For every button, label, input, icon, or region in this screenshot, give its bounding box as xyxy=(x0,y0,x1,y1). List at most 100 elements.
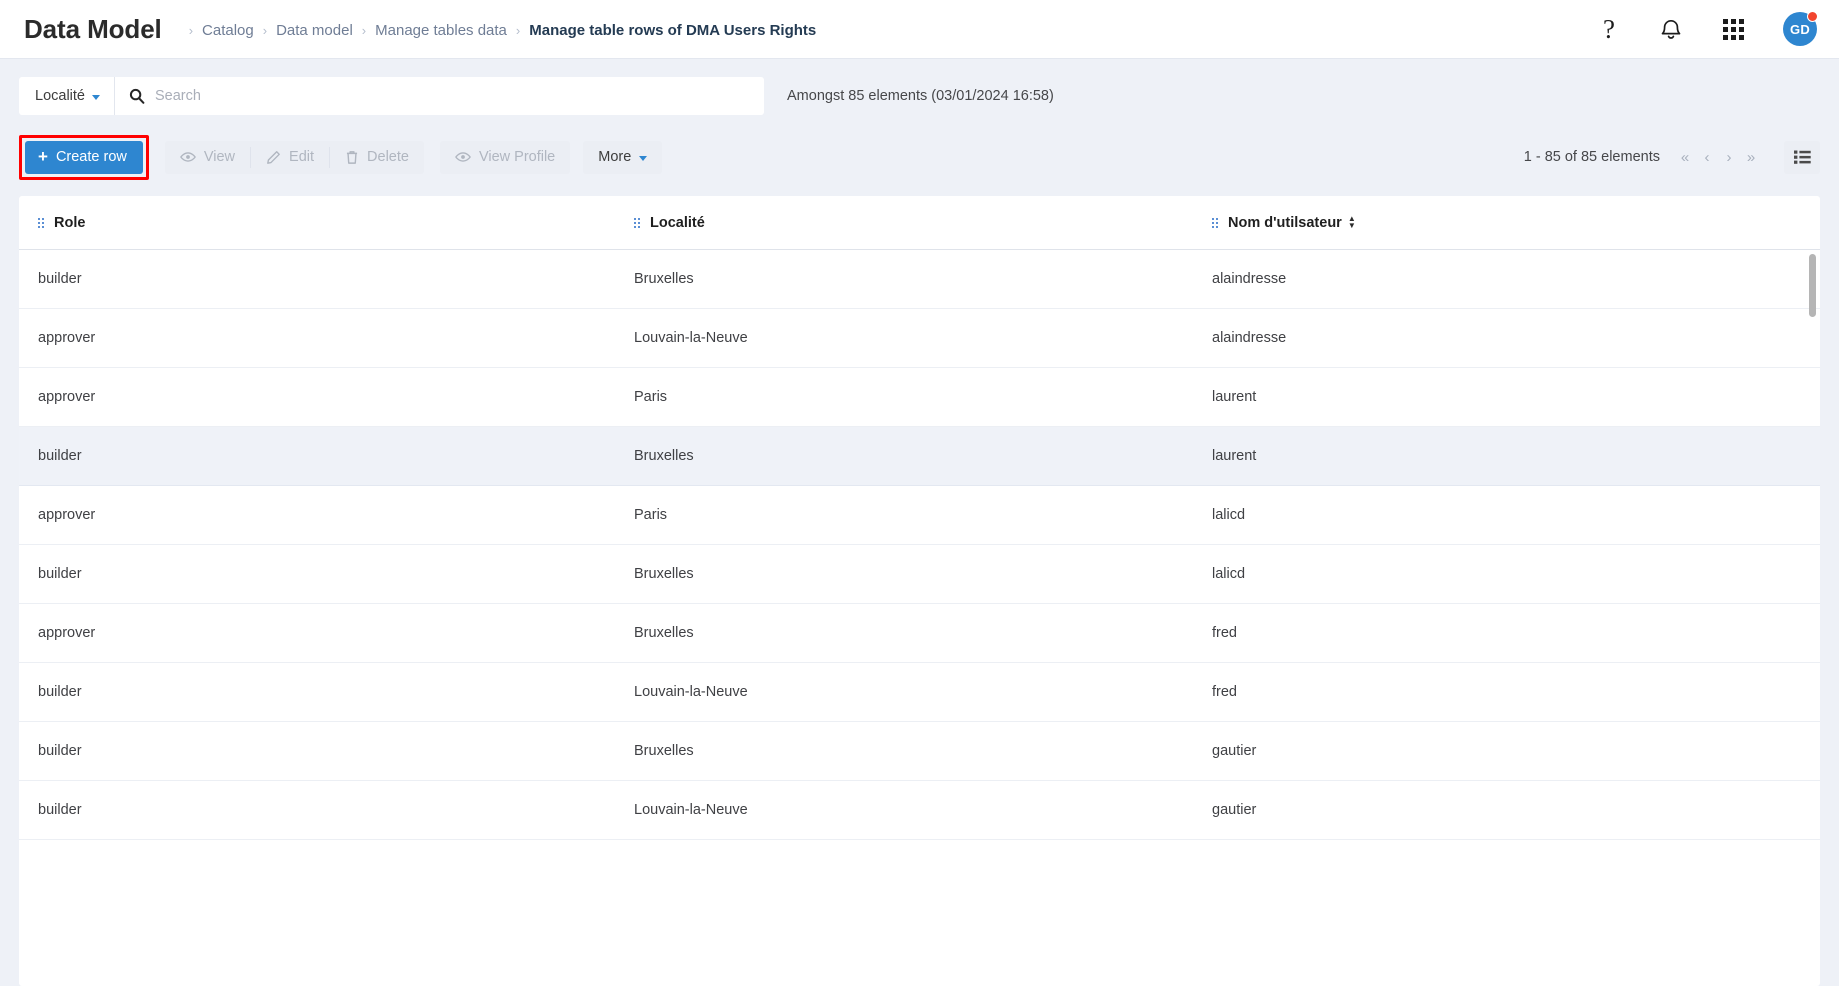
apps-grid-glyph xyxy=(1722,18,1744,40)
breadcrumb-item-2[interactable]: Data model xyxy=(276,22,353,39)
view-label: View xyxy=(203,149,236,165)
avatar[interactable]: GD xyxy=(1783,11,1818,46)
top-header-bar: Data Model › Catalog › Data model › Manage ta… xyxy=(0,0,1839,59)
cell-role: builder xyxy=(38,802,82,818)
breadcrumb-separator: › xyxy=(188,23,194,38)
prev-page-button[interactable]: ‹ xyxy=(1696,143,1718,171)
table-header-row: Role Localité Nom d'utilsateur ▲ ▼ xyxy=(19,196,1820,250)
cell-localite: Bruxelles xyxy=(634,448,694,464)
chevron-down-icon xyxy=(639,155,648,161)
plus-icon: + xyxy=(38,147,48,166)
column-header-localit[interactable]: Localité xyxy=(615,215,1193,231)
cell-localite: Paris xyxy=(634,507,668,523)
record-actions-group: View Edit Delete xyxy=(164,140,424,174)
cell-localite: Paris xyxy=(634,389,668,405)
breadcrumb-item-3[interactable]: Manage tables data xyxy=(375,22,507,39)
create-row-button[interactable]: + Create row xyxy=(25,140,143,174)
table-row[interactable]: builder Bruxelles alaindresse xyxy=(19,250,1820,309)
cell-role: approver xyxy=(38,625,96,641)
cell-user: fred xyxy=(1212,625,1237,641)
cell-user: lalicd xyxy=(1212,566,1246,582)
table-row[interactable]: approver Bruxelles fred xyxy=(19,604,1820,663)
list-view-toggle-button[interactable] xyxy=(1784,140,1820,174)
view-profile-button[interactable]: View Profile xyxy=(440,141,570,174)
pagination: 1 - 85 of 85 elements « ‹ › » xyxy=(1523,140,1820,174)
search-input[interactable] xyxy=(154,88,750,104)
breadcrumb-item-1[interactable]: Catalog xyxy=(202,22,254,39)
pencil-icon xyxy=(266,150,281,165)
first-page-button[interactable]: « xyxy=(1674,143,1696,171)
create-row-label: Create row xyxy=(55,149,127,165)
view-button[interactable]: View xyxy=(165,141,250,174)
data-table: Role Localité Nom d'utilsateur ▲ ▼ builder Br… xyxy=(19,196,1820,986)
elements-summary: Amongst 85 elements (03/01/2024 16:58) xyxy=(787,88,1054,104)
pagination-range: 1 - 85 of 85 elements xyxy=(1523,149,1660,165)
cell-localite: Louvain-la-Neuve xyxy=(634,330,748,346)
cell-role: approver xyxy=(38,330,96,346)
cell-role: builder xyxy=(38,271,82,287)
table-row[interactable]: builder Louvain-la-Neuve fred xyxy=(19,663,1820,722)
page-body: Localité Amongst 85 elements (03/01/2024… xyxy=(0,59,1839,986)
search-scope-dropdown[interactable]: Localité xyxy=(19,77,115,115)
edit-label: Edit xyxy=(289,149,315,165)
help-icon[interactable]: ? xyxy=(1595,15,1623,43)
delete-label: Delete xyxy=(367,149,409,165)
column-header-role[interactable]: Role xyxy=(19,215,615,231)
cell-user: laurent xyxy=(1212,448,1257,464)
column-drag-handle-icon[interactable] xyxy=(634,217,640,228)
view-profile-label: View Profile xyxy=(478,149,556,165)
more-label: More xyxy=(598,149,632,165)
app-title: Data Model xyxy=(24,13,162,44)
next-page-button[interactable]: › xyxy=(1718,143,1740,171)
breadcrumb-item-4: Manage table rows of DMA Users Rights xyxy=(529,22,817,39)
cell-localite: Bruxelles xyxy=(634,625,694,641)
breadcrumb-separator: › xyxy=(361,23,367,38)
column-header-label: Nom d'utilsateur xyxy=(1228,214,1342,231)
action-toolbar: + Create row View Edit Delete View Profi… xyxy=(19,134,1820,180)
cell-user: alaindresse xyxy=(1212,271,1287,287)
cell-user: gautier xyxy=(1212,802,1257,818)
cell-user: alaindresse xyxy=(1212,330,1287,346)
search-scope-label: Localité xyxy=(35,88,85,104)
delete-button[interactable]: Delete xyxy=(330,141,424,174)
bell-icon[interactable] xyxy=(1657,15,1685,43)
cell-role: approver xyxy=(38,507,96,523)
more-action-group: More xyxy=(583,140,663,174)
breadcrumb: › Catalog › Data model › Manage tables data › M… xyxy=(180,19,817,39)
help-glyph: ? xyxy=(1603,13,1615,44)
search-field[interactable] xyxy=(115,77,764,115)
cell-localite: Louvain-la-Neuve xyxy=(634,684,748,700)
column-drag-handle-icon[interactable] xyxy=(1212,217,1218,228)
table-row[interactable]: builder Bruxelles lalicd xyxy=(19,545,1820,604)
cell-role: builder xyxy=(38,743,82,759)
profile-action-group: View Profile xyxy=(439,140,571,174)
table-row[interactable]: builder Louvain-la-Neuve gautier xyxy=(19,781,1820,840)
cell-localite: Bruxelles xyxy=(634,566,694,582)
column-header-nom-d-utilsateur[interactable]: Nom d'utilsateur ▲ ▼ xyxy=(1193,215,1820,231)
table-body: builder Bruxelles alaindresse approver Louva… xyxy=(19,250,1820,840)
table-row[interactable]: approver Paris lalicd xyxy=(19,486,1820,545)
apps-grid-icon[interactable] xyxy=(1719,15,1747,43)
more-button[interactable]: More xyxy=(583,141,662,174)
cell-localite: Louvain-la-Neuve xyxy=(634,802,748,818)
table-row[interactable]: builder Bruxelles laurent xyxy=(19,427,1820,486)
sort-arrows-icon[interactable]: ▲ ▼ xyxy=(1348,215,1356,230)
trash-icon xyxy=(345,150,359,165)
column-drag-handle-icon[interactable] xyxy=(38,217,44,228)
cell-role: builder xyxy=(38,684,82,700)
eye-icon xyxy=(455,151,471,163)
cell-user: gautier xyxy=(1212,743,1257,759)
column-header-label: Role xyxy=(54,214,86,231)
search-icon xyxy=(129,88,145,104)
cell-localite: Bruxelles xyxy=(634,271,694,287)
header-icon-group: ? GD xyxy=(1595,11,1818,46)
table-row[interactable]: builder Bruxelles gautier xyxy=(19,722,1820,781)
last-page-button[interactable]: » xyxy=(1740,143,1762,171)
table-row[interactable]: approver Louvain-la-Neuve alaindresse xyxy=(19,309,1820,368)
cell-role: builder xyxy=(38,566,82,582)
edit-button[interactable]: Edit xyxy=(251,141,329,174)
cell-localite: Bruxelles xyxy=(634,743,694,759)
avatar-notification-badge xyxy=(1807,11,1818,22)
table-row[interactable]: approver Paris laurent xyxy=(19,368,1820,427)
cell-user: lalicd xyxy=(1212,507,1246,523)
